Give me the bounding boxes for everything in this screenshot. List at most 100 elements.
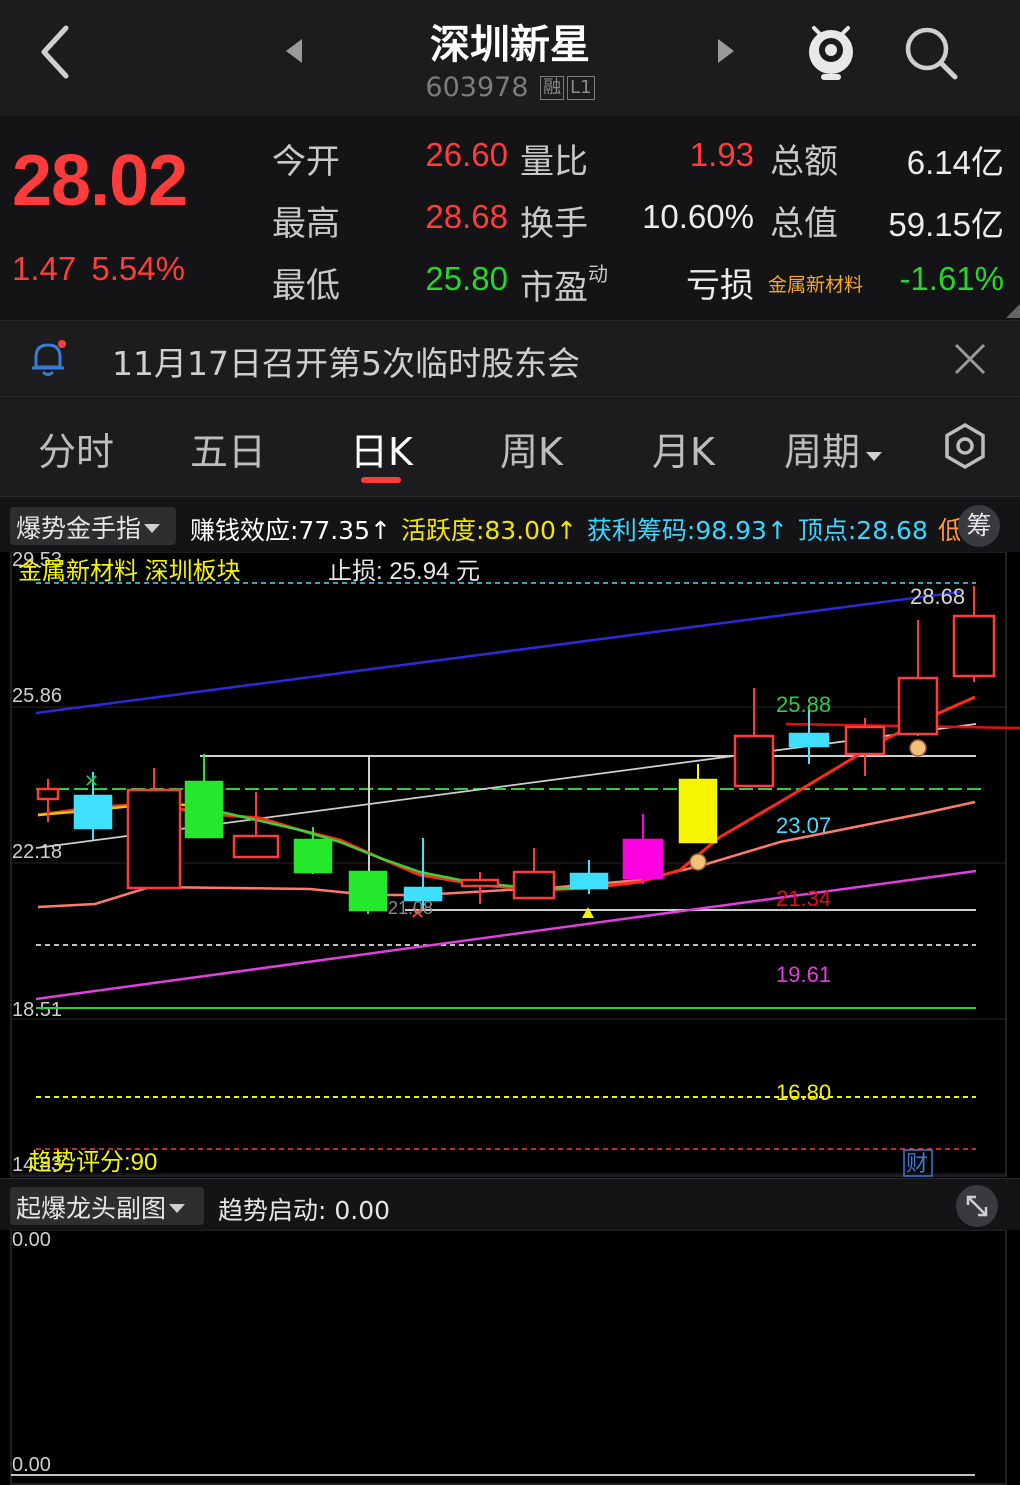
search-icon[interactable] xyxy=(900,22,962,82)
tab-period[interactable]: 周期 xyxy=(784,421,883,476)
tab-daily-k[interactable]: 日K xyxy=(350,421,413,476)
change-percent: 5.54% xyxy=(91,250,185,287)
candle-body xyxy=(678,778,718,844)
back-arrow-icon[interactable] xyxy=(34,22,78,82)
sub-chart-canvas: 0.00 0.00 xyxy=(10,1229,1007,1485)
candle-body xyxy=(348,870,388,912)
expand-icon[interactable] xyxy=(956,1185,998,1227)
previous-stock-icon[interactable] xyxy=(282,36,306,66)
indicator-values: 赚钱效应:77.35↑ 活跃度:83.00↑ 获利筹码:98.93↑ 顶点:28.68… xyxy=(190,511,960,547)
high-value: 28.68 xyxy=(425,198,508,235)
period-tabs: 分时 五日 日K 周K 月K 周期 xyxy=(0,396,1020,496)
volume-ratio-label: 量比 xyxy=(520,142,588,182)
sub-indicator-chart[interactable]: 0.00 0.00 xyxy=(0,1229,1020,1485)
candle-body xyxy=(897,676,939,736)
trend-score-label: 趋势评分:90 xyxy=(28,1149,157,1176)
market-cap-label: 总值 xyxy=(770,204,838,244)
pe-label: 市盈动 xyxy=(520,262,608,308)
buy-signal-hand-icon xyxy=(689,853,707,871)
candle-body xyxy=(293,838,333,874)
settings-hexagon-icon[interactable] xyxy=(940,421,990,471)
candle-body xyxy=(184,780,224,839)
tab-period-label: 周期 xyxy=(784,430,861,474)
sub-y-label-bottom: 0.00 xyxy=(12,1454,51,1476)
y-axis-label: 22.18 xyxy=(12,841,62,863)
expand-corner-icon[interactable] xyxy=(1006,304,1020,318)
stock-code: 603978 xyxy=(425,72,529,103)
turnover-label: 换手 xyxy=(520,204,588,244)
chevron-down-icon xyxy=(144,524,161,533)
open-value: 26.60 xyxy=(425,136,508,173)
open-label: 今开 xyxy=(272,142,340,182)
candle-body xyxy=(622,838,664,880)
kline-chart[interactable]: 29.53 25.86 22.18 18.51 14.83 ✕ ✕ 金属新材料 深圳板块 止损:… xyxy=(0,552,1020,1178)
low-value: 25.80 xyxy=(425,260,508,297)
tab-weekly-k[interactable]: 周K xyxy=(500,421,563,476)
y-axis-label: 18.51 xyxy=(12,999,62,1021)
price-change: 1.47 5.54% xyxy=(12,250,185,288)
stock-name: 深圳新星 xyxy=(430,22,590,68)
level-tag: L1 xyxy=(567,76,595,100)
trend-start-value: 趋势启动: 0.00 xyxy=(218,1196,391,1225)
indicator-select[interactable]: 爆势金手指 xyxy=(10,507,176,545)
indicator-select-label: 爆势金手指 xyxy=(16,514,142,543)
y-axis-label: 25.86 xyxy=(12,685,62,707)
indicator-value-2: 获利筹码:98.93↑ xyxy=(586,516,788,545)
candle-body xyxy=(73,794,113,830)
stop-loss-label: 止损: 25.94 元 xyxy=(328,558,480,585)
sector-change-value: -1.61% xyxy=(899,260,1004,297)
buy-signal-hand-icon xyxy=(909,739,927,757)
finance-badge: 财 xyxy=(906,1151,928,1176)
candle-body xyxy=(36,787,60,801)
notice-bar[interactable]: 11月17日召开第5次临时股东会 xyxy=(0,320,1020,396)
stock-code-row: 603978 融 L1 xyxy=(380,72,640,103)
margin-tag: 融 xyxy=(540,76,565,100)
chip-distribution-button[interactable]: 筹 xyxy=(958,505,1000,547)
indicator-value-3: 顶点:28.68 xyxy=(797,516,928,545)
high-price-label: 28.68 xyxy=(910,584,965,609)
tab-intraday[interactable]: 分时 xyxy=(38,421,114,476)
high-label: 最高 xyxy=(272,204,340,244)
signal-x-icon: ✕ xyxy=(84,771,99,791)
price-level-label: 16.80 xyxy=(776,1080,831,1105)
indicator-value-0: 赚钱效应:77.35↑ xyxy=(190,516,391,545)
sector-tag[interactable]: 金属新材料 xyxy=(768,270,863,297)
candle-body xyxy=(232,834,280,859)
price-level-label: 21.34 xyxy=(776,886,831,911)
triangle-up-icon xyxy=(582,907,594,918)
candle-body xyxy=(569,872,609,890)
robot-assistant-icon[interactable] xyxy=(800,18,862,84)
candle-body xyxy=(952,614,996,678)
sub-y-label-top: 0.00 xyxy=(12,1230,51,1251)
amount-label: 总额 xyxy=(770,142,838,182)
sub-indicator-select[interactable]: 起爆龙头副图 xyxy=(10,1187,204,1225)
sector-board-label: 金属新材料 深圳板块 xyxy=(18,558,241,585)
current-price: 28.02 xyxy=(12,141,188,221)
price-level-label: 23.07 xyxy=(776,813,831,838)
close-icon[interactable] xyxy=(950,339,990,379)
bell-icon xyxy=(32,340,66,376)
kline-chart-canvas[interactable]: 29.5325.8622.1818.5114.83✕✕金属新材料 深圳板块 止损:… xyxy=(0,552,1020,1178)
market-cap-value: 59.15亿 xyxy=(888,206,1004,243)
tab-five-day[interactable]: 五日 xyxy=(190,421,266,476)
turnover-value: 10.60% xyxy=(642,198,754,235)
next-stock-icon[interactable] xyxy=(714,36,738,66)
low-label: 最低 xyxy=(272,266,340,306)
quote-panel: 28.02 1.47 5.54% 今开 26.60 最高 28.68 最低 25… xyxy=(0,116,1020,320)
indicator-value-1: 活跃度:83.00↑ xyxy=(400,516,577,545)
top-nav-bar: 深圳新星 603978 融 L1 xyxy=(0,0,1020,116)
candle-body xyxy=(126,788,182,890)
low-price-label: 21.08 xyxy=(388,898,433,918)
pe-value: 亏损 xyxy=(686,266,754,306)
active-tab-indicator xyxy=(361,477,401,483)
notice-text: 11月17日召开第5次临时股东会 xyxy=(112,344,580,383)
candle-body xyxy=(788,732,830,748)
tab-monthly-k[interactable]: 月K xyxy=(652,421,715,476)
candle-body xyxy=(733,734,775,788)
price-level-label: 19.61 xyxy=(776,962,831,987)
volume-ratio-value: 1.93 xyxy=(689,136,754,173)
candle-body xyxy=(512,870,556,900)
candle-body xyxy=(460,878,500,888)
chevron-down-icon xyxy=(169,1204,186,1213)
change-amount: 1.47 xyxy=(12,250,77,287)
